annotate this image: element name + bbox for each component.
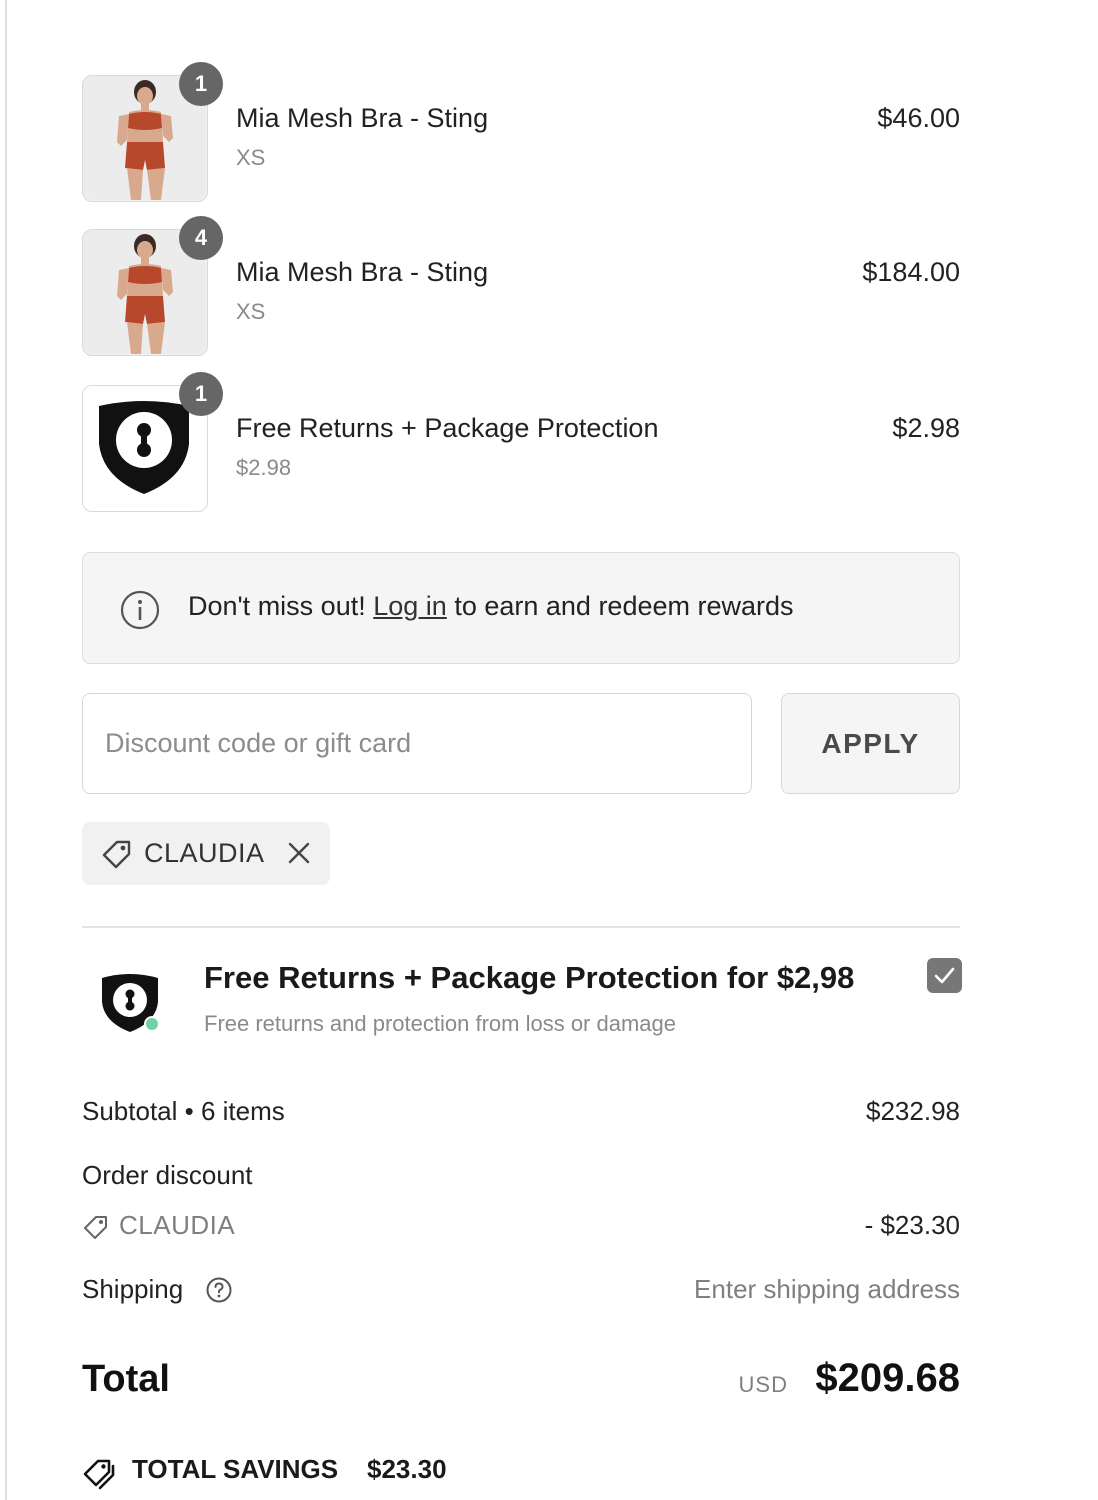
close-icon[interactable] [284, 838, 314, 868]
order-discount-label: Order discount [82, 1160, 253, 1190]
discount-code-input[interactable] [82, 693, 752, 794]
checkmark-icon [934, 967, 955, 984]
product-thumbnail: 1 [82, 62, 223, 202]
rewards-suffix: to earn and redeem rewards [454, 591, 794, 621]
line-item: 4 Mia Mesh Bra - Sting XS $184.00 [82, 216, 960, 357]
apply-button[interactable]: APPLY [781, 693, 960, 794]
divider [82, 926, 960, 928]
protection-title: Free Returns + Package Protection for $2… [204, 960, 855, 995]
item-price: $2.98 [892, 413, 960, 443]
item-name: Free Returns + Package Protection [236, 413, 659, 443]
item-name: Mia Mesh Bra - Sting [236, 257, 489, 287]
quantity-badge: 1 [179, 372, 223, 416]
shipping-label: Shipping [82, 1274, 184, 1304]
protection-subtitle: Free returns and protection from loss or… [204, 1011, 677, 1036]
total-savings-value: $23.30 [367, 1454, 447, 1484]
applied-discount-chip: CLAUDIA [82, 822, 330, 885]
total-savings-label: TOTAL SAVINGS [132, 1454, 339, 1484]
total-value: $209.68 [815, 1356, 960, 1400]
protection-checkbox[interactable] [927, 958, 962, 993]
product-thumbnail: 1 [82, 372, 223, 512]
quantity-badge: 4 [179, 216, 223, 260]
rewards-prefix: Don't miss out! [188, 591, 366, 621]
subtotal-value: $232.98 [866, 1096, 960, 1126]
rewards-banner: Don't miss out! Log in to earn and redee… [82, 552, 960, 664]
subtotal-label: Subtotal • 6 items [82, 1096, 285, 1126]
rewards-message: Don't miss out! Log in to earn and redee… [188, 591, 794, 622]
total-label: Total [82, 1358, 170, 1400]
discount-value: - $23.30 [864, 1210, 960, 1240]
item-price: $184.00 [862, 257, 960, 287]
product-thumbnail: 4 [82, 216, 223, 356]
item-name: Mia Mesh Bra - Sting [236, 103, 489, 133]
page-left-border [5, 0, 7, 1500]
shield-logo-icon [102, 974, 160, 1032]
info-icon [120, 590, 160, 630]
discount-code-label: CLAUDIA [119, 1210, 236, 1240]
item-variant: XS [236, 145, 266, 170]
item-variant: XS [236, 299, 266, 324]
line-item: 1 Mia Mesh Bra - Sting XS $46.00 [82, 62, 960, 203]
item-variant: $2.98 [236, 455, 292, 480]
quantity-badge: 1 [179, 62, 223, 106]
item-price: $46.00 [877, 103, 960, 133]
applied-code-label: CLAUDIA [144, 838, 265, 868]
shipping-value: Enter shipping address [694, 1274, 960, 1304]
help-icon[interactable] [205, 1276, 233, 1304]
line-item: 1 Free Returns + Package Protection $2.9… [82, 372, 960, 513]
currency-code: USD [738, 1372, 788, 1397]
tag-icon [84, 1216, 107, 1239]
tag-icon [83, 1459, 115, 1490]
tag-icon [102, 840, 131, 869]
login-link[interactable]: Log in [373, 591, 447, 621]
